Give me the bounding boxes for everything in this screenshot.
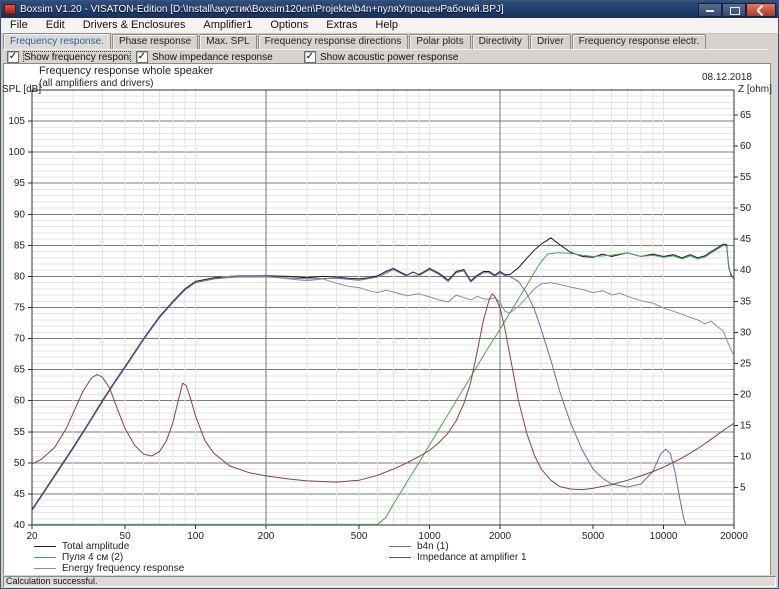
legend-label: b4n (1)	[417, 541, 449, 552]
legend-left-column: Total amplitude Пуля 4 см (2) Energy fre…	[34, 541, 184, 574]
legend-right-column: b4n (1) Impedance at amplifier 1	[389, 541, 527, 563]
app-icon	[4, 4, 16, 15]
minimize-button[interactable]	[698, 3, 722, 17]
chart-date: 08.12.2018	[702, 72, 752, 83]
menu-file[interactable]: File	[1, 18, 37, 33]
menu-extras[interactable]: Extras	[317, 18, 366, 33]
window-title: Boxsim V1.20 - VISATON-Edition [D:\Insta…	[20, 4, 698, 15]
checkbox-checked-icon[interactable]: ✓	[7, 51, 19, 63]
tab-bar: Frequency response. Phase response Max. …	[1, 34, 778, 49]
title-bar: Boxsim V1.20 - VISATON-Edition [D:\Insta…	[1, 1, 778, 18]
tab-directivity[interactable]: Directivity	[472, 34, 529, 49]
options-strip: ✓ Show frequency response of single driv…	[3, 49, 769, 64]
menu-amplifier1[interactable]: Amplifier1	[194, 18, 261, 33]
legend-label: Energy frequency response	[62, 563, 184, 574]
legend-line-swatch	[34, 568, 56, 569]
tab-frequency-response-directions[interactable]: Frequency response directions	[258, 34, 409, 49]
minimize-icon	[706, 10, 714, 12]
right-axis-unit-label: Z [ohm]	[738, 84, 772, 95]
legend-item-pulya: Пуля 4 см (2)	[34, 552, 184, 563]
checkbox-checked-icon[interactable]: ✓	[304, 51, 316, 63]
legend-line-swatch	[34, 557, 56, 558]
legend-item-total-amplitude: Total amplitude	[34, 541, 184, 552]
tab-max-spl[interactable]: Max. SPL	[199, 34, 256, 49]
menu-bar: File Edit Drivers & Enclosures Amplifier…	[1, 18, 778, 34]
menu-drivers-enclosures[interactable]: Drivers & Enclosures	[74, 18, 195, 33]
legend-label: Total amplitude	[62, 541, 129, 552]
legend-label: Impedance at amplifier 1	[417, 552, 527, 563]
maximize-button[interactable]	[722, 3, 746, 17]
menu-options[interactable]: Options	[261, 18, 317, 33]
legend-item-energy-response: Energy frequency response	[34, 563, 184, 574]
legend-line-swatch	[389, 557, 411, 558]
checkbox-label[interactable]: Show frequency response of single driver…	[23, 51, 131, 64]
status-message: Calculation successful.	[3, 576, 776, 587]
menu-edit[interactable]: Edit	[37, 18, 74, 33]
checkbox-show-single-drivers[interactable]: ✓ Show frequency response of single driv…	[7, 50, 131, 64]
checkbox-label[interactable]: Show acoustic power response	[320, 52, 458, 63]
legend-line-swatch	[34, 546, 56, 547]
maximize-icon	[730, 7, 740, 15]
chart-title: Frequency response whole speaker	[39, 65, 213, 77]
close-button[interactable]	[746, 3, 776, 17]
checkbox-checked-icon[interactable]: ✓	[136, 51, 148, 63]
chart-panel	[3, 63, 771, 577]
menu-help[interactable]: Help	[366, 18, 407, 33]
chart-subtitle: (all amplifiers and drivers)	[39, 78, 153, 89]
left-axis-unit-label: SPL [dB]	[2, 84, 41, 95]
boxsim-window: Boxsim V1.20 - VISATON-Edition [D:\Insta…	[0, 0, 779, 589]
checkbox-show-acoustic-power[interactable]: ✓ Show acoustic power response	[304, 50, 458, 64]
status-bar: Calculation successful.	[1, 575, 778, 588]
tab-phase-response[interactable]: Phase response	[112, 34, 198, 49]
checkbox-label[interactable]: Show impedance response	[152, 52, 273, 63]
tab-frequency-response-electr[interactable]: Frequency response electr.	[572, 34, 707, 49]
legend-item-impedance: Impedance at amplifier 1	[389, 552, 527, 563]
checkbox-show-impedance[interactable]: ✓ Show impedance response	[136, 50, 273, 64]
tab-polar-plots[interactable]: Polar plots	[409, 34, 470, 49]
legend-line-swatch	[389, 546, 411, 547]
legend-label: Пуля 4 см (2)	[62, 552, 123, 563]
tab-frequency-response[interactable]: Frequency response.	[3, 33, 111, 49]
legend-item-b4n: b4n (1)	[389, 541, 527, 552]
tab-driver[interactable]: Driver	[530, 34, 571, 49]
